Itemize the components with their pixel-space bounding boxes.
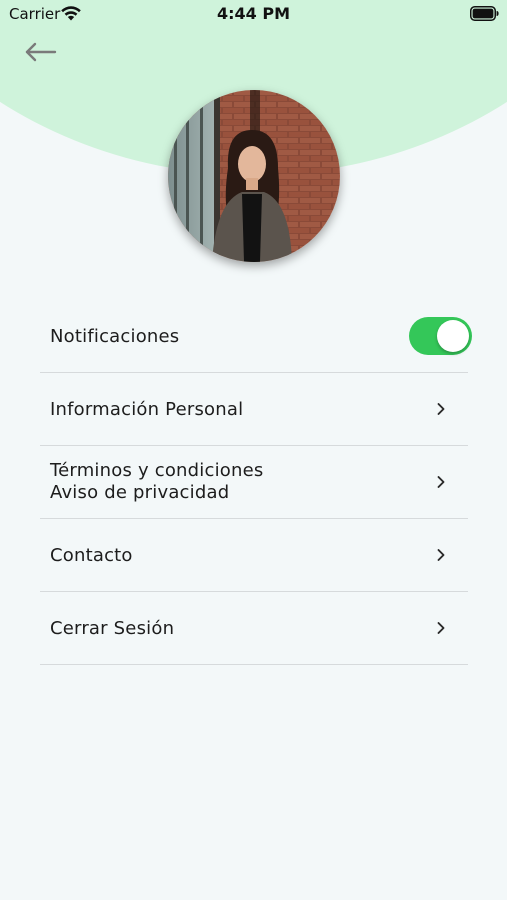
toggle-knob — [437, 320, 469, 352]
status-bar: Carrier 4:44 PM — [0, 0, 507, 28]
personal-info-label: Información Personal — [50, 398, 244, 420]
arrow-left-icon[interactable] — [22, 36, 60, 68]
terms-label: Términos y condiciones — [50, 460, 264, 481]
terms-privacy-label: Términos y condiciones Aviso de privacid… — [40, 460, 263, 504]
terms-privacy-row[interactable]: Términos y condiciones Aviso de privacid… — [40, 446, 468, 519]
status-time: 4:44 PM — [216, 4, 290, 23]
logout-row[interactable]: Cerrar Sesión — [40, 592, 468, 665]
contact-row[interactable]: Contacto — [40, 519, 468, 592]
settings-screen: Carrier 4:44 PM Notificaciones Informaci… — [0, 0, 507, 900]
notifications-row: Notificaciones — [40, 300, 472, 373]
settings-menu: Notificaciones Información Personal Térm… — [40, 300, 472, 665]
chevron-right-icon — [437, 622, 445, 634]
profile-photo — [168, 90, 340, 262]
contact-label: Contacto — [50, 544, 133, 566]
chevron-right-icon — [437, 403, 445, 415]
personal-info-row[interactable]: Información Personal — [40, 373, 468, 446]
chevron-right-icon — [437, 549, 445, 561]
notifications-toggle[interactable] — [409, 317, 472, 355]
notifications-label: Notificaciones — [50, 325, 180, 347]
logout-label: Cerrar Sesión — [50, 617, 175, 639]
avatar — [168, 90, 340, 262]
chevron-right-icon — [437, 476, 445, 488]
battery-full-icon — [470, 6, 499, 21]
privacy-label: Aviso de privacidad — [50, 482, 230, 503]
